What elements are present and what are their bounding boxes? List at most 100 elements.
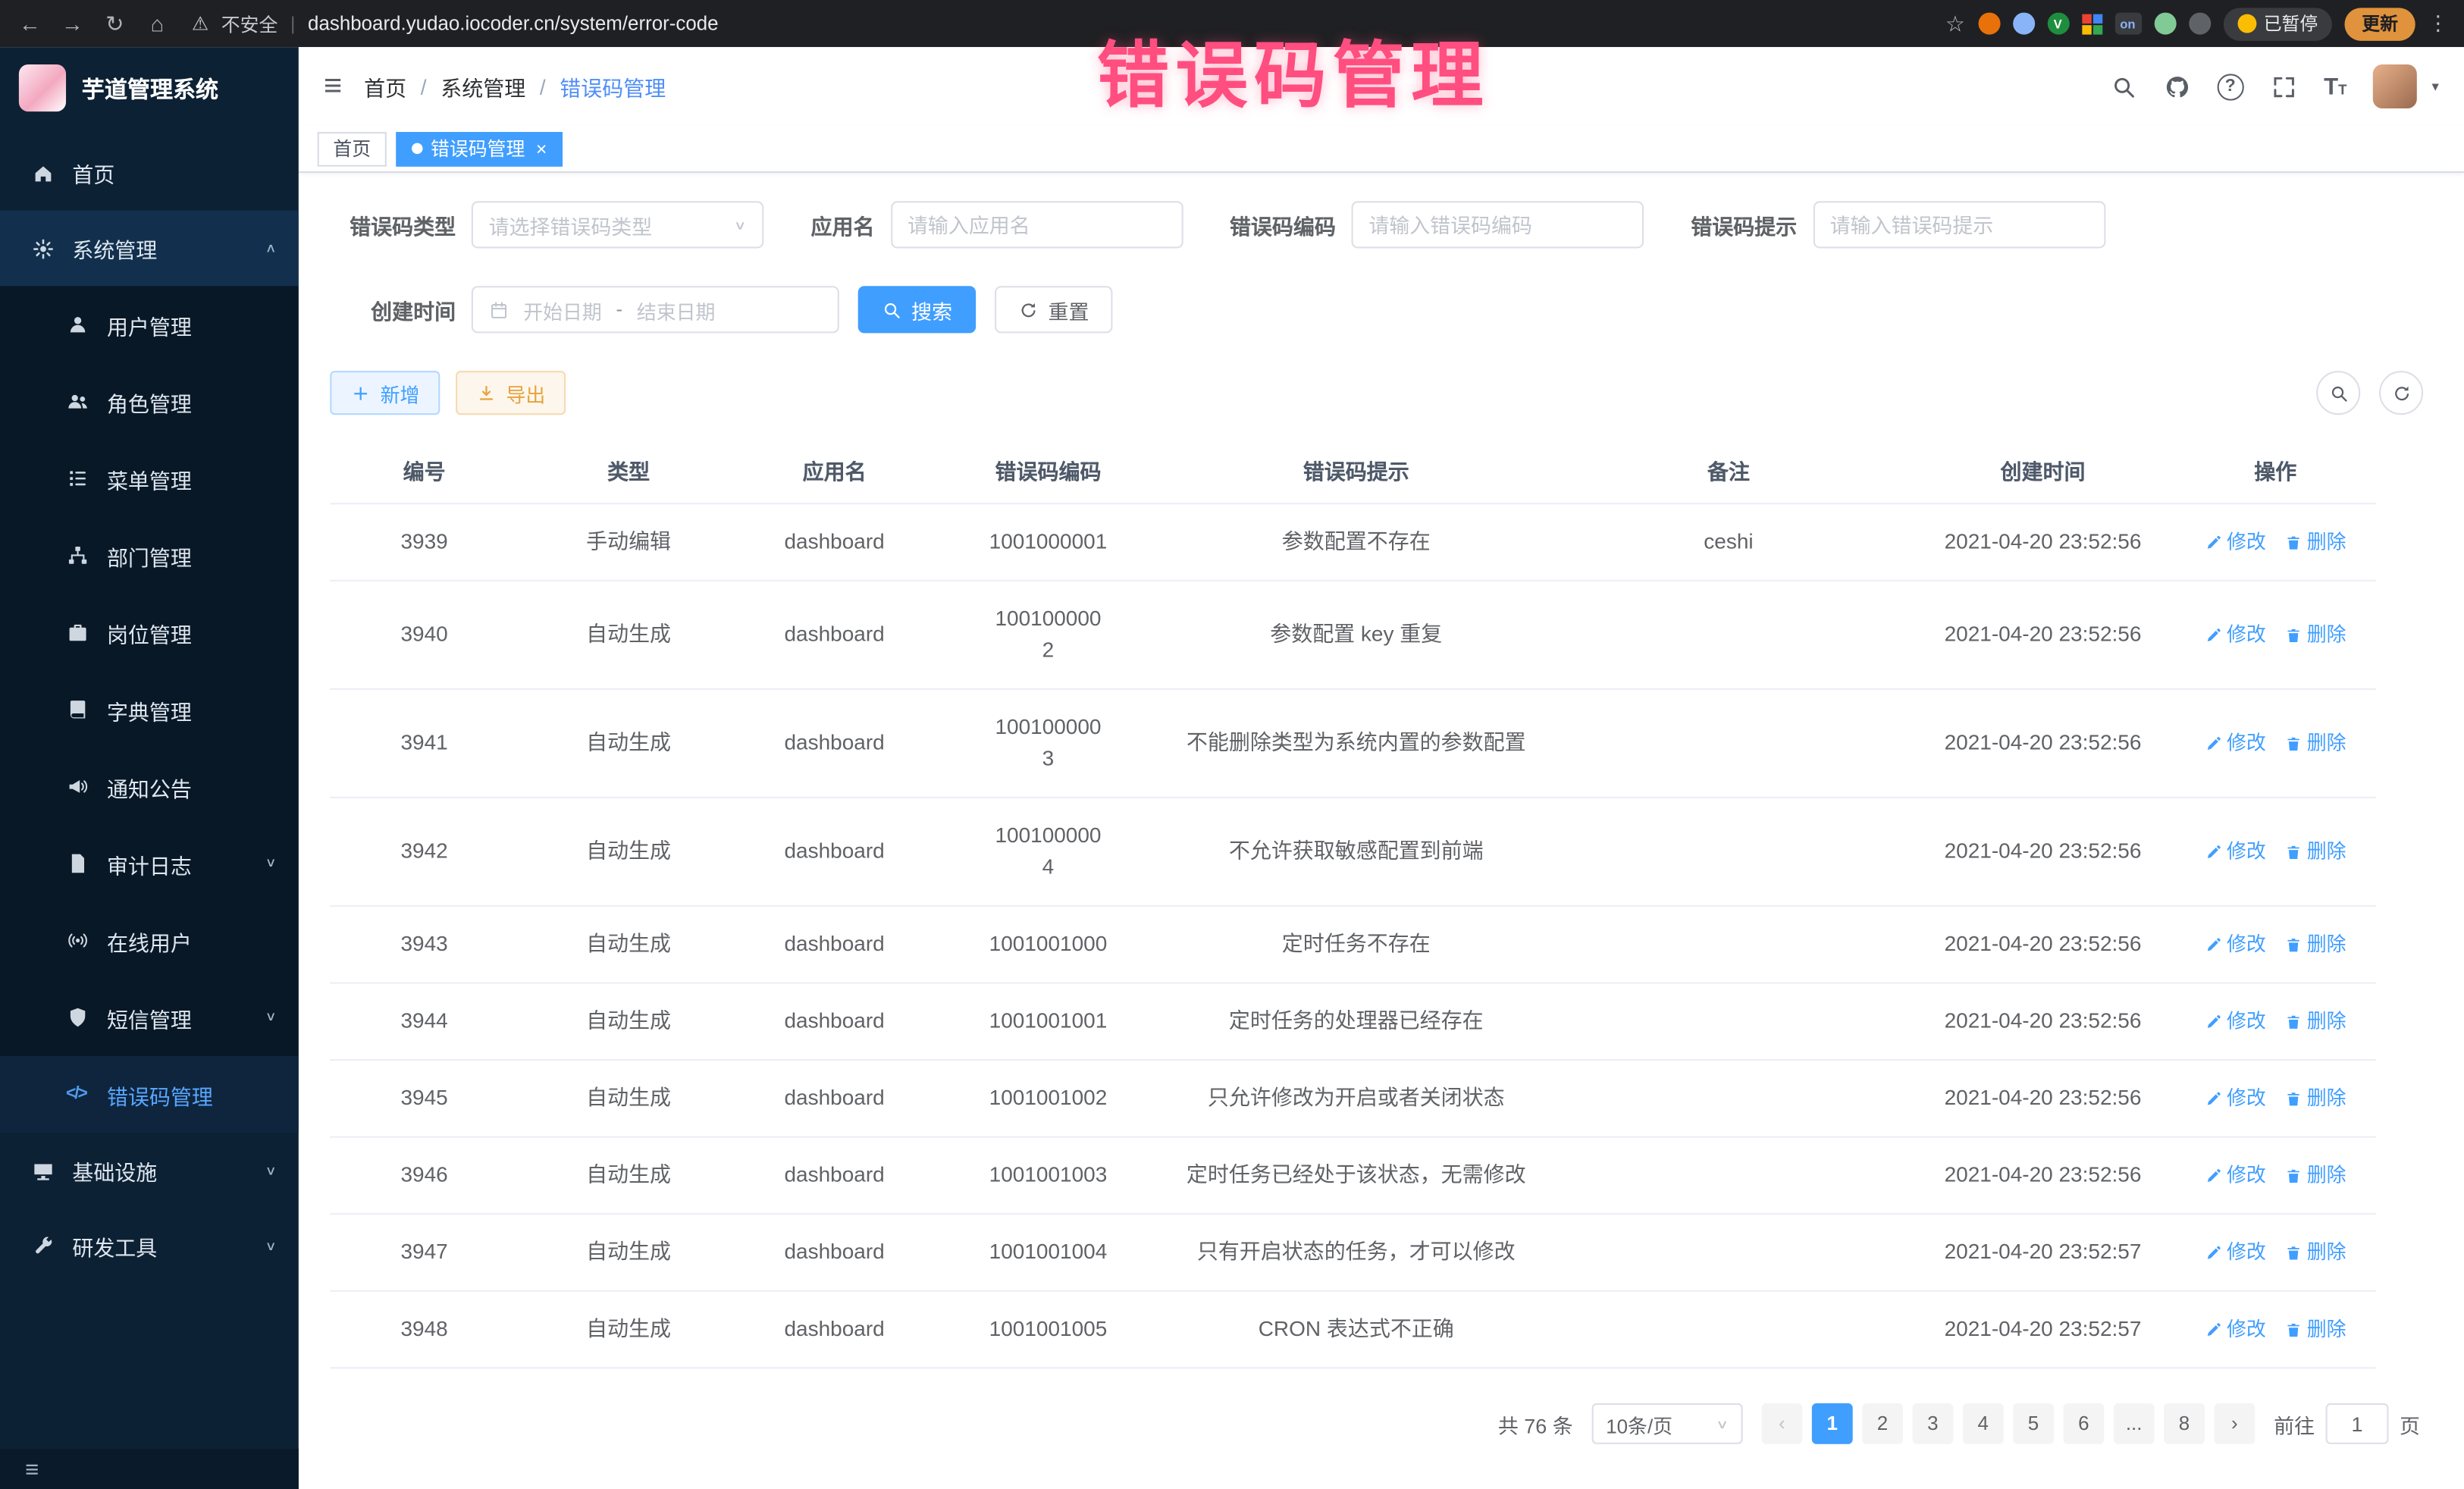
export-button[interactable]: 导出 [456, 371, 566, 415]
edit-link[interactable]: 修改 [2205, 836, 2266, 867]
profile-chip[interactable]: 已暂停 [2223, 7, 2332, 40]
sidebar-item-error-codes[interactable]: </>错误码管理 [0, 1056, 299, 1133]
reset-button[interactable]: 重置 [995, 286, 1112, 333]
update-button[interactable]: 更新 [2344, 7, 2415, 40]
page-button-3[interactable]: 3 [1912, 1403, 1953, 1444]
row-app: dashboard [738, 984, 930, 1059]
browser-menu-icon[interactable]: ⋮ [2428, 11, 2448, 36]
extension-icon[interactable]: V [2047, 13, 2069, 35]
sidebar-item-label: 基础设施 [72, 1155, 157, 1186]
page-button-1[interactable]: 1 [1812, 1403, 1853, 1444]
toggle-search-button[interactable] [2316, 371, 2360, 415]
back-icon[interactable]: ← [16, 11, 44, 36]
sidebar-item-notices[interactable]: 通知公告 [0, 748, 299, 826]
forward-icon[interactable]: → [58, 11, 86, 36]
delete-link[interactable]: 删除 [2285, 1314, 2346, 1345]
collapse-sidebar-button[interactable]: ≡ [0, 1449, 299, 1489]
refresh-table-button[interactable] [2379, 371, 2423, 415]
delete-link[interactable]: 删除 [2285, 619, 2346, 650]
page-button-4[interactable]: 4 [1963, 1403, 2004, 1444]
edit-link[interactable]: 修改 [2205, 929, 2266, 960]
goto-page-input[interactable] [2326, 1403, 2389, 1444]
delete-link[interactable]: 删除 [2285, 929, 2346, 960]
delete-link[interactable]: 删除 [2285, 1083, 2346, 1114]
prev-page-button[interactable]: ‹ [1761, 1403, 1802, 1444]
delete-link[interactable]: 删除 [2285, 1160, 2346, 1191]
edit-icon [2205, 534, 2222, 551]
next-page-button[interactable]: › [2214, 1403, 2255, 1444]
close-icon[interactable]: × [536, 137, 547, 159]
extension-grid-icon[interactable] [2081, 14, 2102, 34]
font-size-icon[interactable]: TT [2324, 73, 2346, 99]
extension-on-icon[interactable]: on [2114, 13, 2141, 35]
search-icon[interactable] [2110, 73, 2136, 99]
more-pages-button[interactable]: ... [2114, 1403, 2155, 1444]
reload-icon[interactable]: ↻ [101, 10, 129, 36]
sidebar-item-sms[interactable]: 短信管理∨ [0, 979, 299, 1056]
page-button-6[interactable]: 6 [2063, 1403, 2104, 1444]
sidebar-item-system[interactable]: 系统管理∧ [0, 211, 299, 286]
sidebar-item-label: 审计日志 [107, 848, 192, 879]
edit-link[interactable]: 修改 [2205, 1083, 2266, 1114]
error-hint-input[interactable] [1813, 201, 2105, 248]
edit-link[interactable]: 修改 [2205, 526, 2266, 557]
sidebar-item-audit-logs[interactable]: 审计日志∨ [0, 825, 299, 902]
sidebar-item-infra[interactable]: 基础设施∨ [0, 1133, 299, 1208]
sidebar-item-roles[interactable]: 角色管理 [0, 363, 299, 440]
edit-link[interactable]: 修改 [2205, 1006, 2266, 1037]
create-time-range-picker[interactable]: 开始日期 - 结束日期 [472, 286, 839, 333]
extension-icon[interactable] [2154, 13, 2176, 35]
edit-link[interactable]: 修改 [2205, 619, 2266, 650]
github-icon[interactable] [2164, 73, 2190, 99]
row-remark [1547, 923, 1911, 967]
sidebar-item-dicts[interactable]: 字典管理 [0, 671, 299, 748]
sidebar-item-dev-tools[interactable]: 研发工具∨ [0, 1208, 299, 1284]
refresh-icon [2391, 383, 2412, 403]
help-icon[interactable]: ? [2217, 73, 2243, 99]
page-button-2[interactable]: 2 [1862, 1403, 1903, 1444]
delete-link[interactable]: 删除 [2285, 836, 2346, 867]
shield-icon [66, 1006, 89, 1030]
sidebar-item-posts[interactable]: 岗位管理 [0, 594, 299, 671]
bookmark-star-icon[interactable]: ☆ [1945, 10, 1965, 36]
address-bar[interactable]: ⚠ 不安全 | dashboard.yudao.iocoder.cn/syste… [192, 10, 1931, 36]
edit-link[interactable]: 修改 [2205, 728, 2266, 759]
sidebar-item-depts[interactable]: 部门管理 [0, 517, 299, 594]
error-code-input[interactable] [1352, 201, 1644, 248]
breadcrumb-item[interactable]: 首页 [364, 71, 406, 102]
delete-link[interactable]: 删除 [2285, 1006, 2346, 1037]
edit-link[interactable]: 修改 [2205, 1160, 2266, 1191]
breadcrumb-item[interactable]: 系统管理 [440, 71, 525, 102]
total-count: 共 76 条 [1498, 1409, 1573, 1438]
app-logo[interactable]: 芋道管理系统 [0, 47, 299, 129]
page-button-5[interactable]: 5 [2013, 1403, 2054, 1444]
filter-app-name: 应用名 [811, 201, 1183, 248]
sidebar-item-menus[interactable]: 菜单管理 [0, 440, 299, 517]
edit-icon [2205, 1321, 2222, 1338]
chevron-down-icon[interactable]: ▾ [2431, 78, 2438, 96]
extension-icon[interactable] [2012, 13, 2034, 35]
user-avatar[interactable] [2374, 64, 2418, 108]
error-type-select[interactable]: 请选择错误码类型 ∨ [472, 201, 764, 248]
app-name-input[interactable] [890, 201, 1183, 248]
extension-pin-icon[interactable] [2188, 13, 2210, 35]
home-icon[interactable]: ⌂ [143, 11, 171, 36]
sidebar-item-home[interactable]: 首页 [0, 135, 299, 210]
tab-0[interactable]: 首页 [318, 131, 387, 166]
delete-link[interactable]: 删除 [2285, 728, 2346, 759]
page-button-8[interactable]: 8 [2164, 1403, 2205, 1444]
sidebar-item-users[interactable]: 用户管理 [0, 286, 299, 363]
edit-link[interactable]: 修改 [2205, 1314, 2266, 1345]
search-button[interactable]: 搜索 [858, 286, 976, 333]
add-button[interactable]: 新增 [330, 371, 440, 415]
delete-link[interactable]: 删除 [2285, 1237, 2346, 1268]
sidebar-item-online-users[interactable]: 在线用户 [0, 902, 299, 980]
edit-link[interactable]: 修改 [2205, 1237, 2266, 1268]
delete-link[interactable]: 删除 [2285, 526, 2346, 557]
fullscreen-icon[interactable] [2271, 73, 2297, 99]
tab-1[interactable]: 错误码管理× [396, 131, 563, 166]
breadcrumb-item[interactable]: 错误码管理 [560, 71, 666, 102]
fold-sidebar-icon[interactable]: ≡ [324, 68, 342, 105]
page-size-select[interactable]: 10条/页 ∨ [1592, 1403, 1743, 1444]
extension-icon[interactable] [1977, 13, 1999, 35]
